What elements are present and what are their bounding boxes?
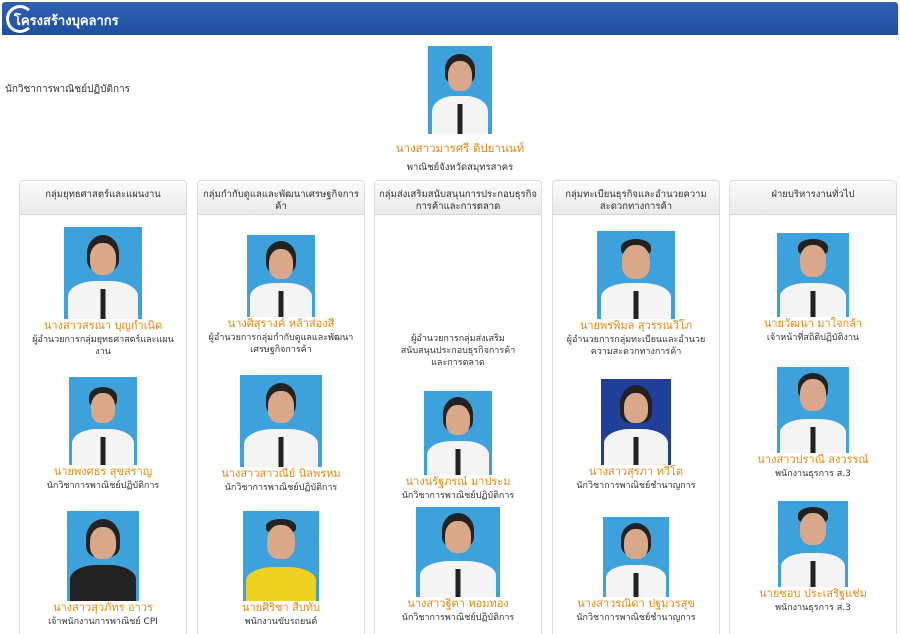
staff-card: นายชอบ ประเสริฐแช่ม พนักงานธุรการ ส.3 xyxy=(730,501,896,614)
staff-card: นางศิสุรางค์ หล้าส่องสี ผู้อำนวยการกลุ่ม… xyxy=(198,235,364,356)
staff-card: นางสาวสุรภา ทวีโต นักวิชาการพาณิชย์ชำนาญ… xyxy=(553,379,719,492)
director-photo xyxy=(428,46,492,134)
staff-card: นางสาวสุวภัทร อาวร เจ้าพนักงานการพาณิชย์… xyxy=(20,511,186,628)
staff-name: นายศิริชา สืบทับ xyxy=(241,601,321,614)
director-name: นางสาวมารศรี ดิปยานนท์ xyxy=(395,141,525,155)
staff-name: นายพรพิมล สุวรรณวิโภ xyxy=(579,319,693,332)
page-header: โครงสร้างบุคลากร xyxy=(2,2,898,35)
staff-title: พนักงานขับรถยนต์ xyxy=(244,617,318,627)
department-column-registration: กลุ่มทะเบียนธุรกิจและอำนวยความสะดวกทางกา… xyxy=(552,180,720,634)
staff-title: นักวิชาการพาณิชย์ชำนาญการ xyxy=(576,481,696,491)
staff-card: นายวัฒนา มาใจกล้า เจ้าหน้าที่สถิติปฏิบัต… xyxy=(730,233,896,344)
staff-name: นายพงศธร สุขสราญ xyxy=(53,465,153,478)
column-heading: กลุ่มยุทธศาสตร์และแผนงาน xyxy=(20,181,186,215)
director-role-label: นักวิชาการพาณิชย์ปฏิบัติการ xyxy=(5,84,131,95)
staff-card: นางสาวสรณา บุญกำเนิด ผู้อำนวยการกลุ่มยุท… xyxy=(20,227,186,358)
staff-card: นายศิริชา สืบทับ พนักงานขับรถยนต์ xyxy=(198,511,364,628)
staff-name: นายชอบ ประเสริฐแช่ม xyxy=(759,587,867,600)
staff-photo xyxy=(777,367,849,453)
column-heading: ฝ่ายบริหารงานทั่วไป xyxy=(730,181,896,215)
staff-name: นางสาวฐิตา หอมทอง xyxy=(407,597,509,610)
staff-photo xyxy=(69,377,137,465)
staff-name: นายวัฒนา มาใจกล้า xyxy=(763,317,863,330)
staff-photo xyxy=(603,517,669,597)
staff-title: นักวิชาการพาณิชย์ปฏิบัติการ xyxy=(224,483,338,493)
staff-photo xyxy=(64,227,142,319)
staff-title: พนักงานธุรการ ส.3 xyxy=(775,603,851,613)
director-title: พาณิชย์จังหวัดสมุทรสาคร xyxy=(406,162,514,173)
staff-photo xyxy=(601,379,671,465)
staff-photo xyxy=(424,391,492,475)
staff-name: นางศิสุรางค์ หล้าส่องสี xyxy=(227,317,335,330)
staff-photo xyxy=(247,235,315,317)
department-column-promotion: กลุ่มส่งเสริมสนับสนุนการประกอบธุรกิจการค… xyxy=(374,180,542,634)
column-heading: กลุ่มทะเบียนธุรกิจและอำนวยความสะดวกทางกา… xyxy=(553,181,719,215)
staff-title: ผู้อำนวยการกลุ่มยุทธศาสตร์และแผนงาน xyxy=(32,335,174,357)
staff-name: นางสาวสุวภัทร อาวร xyxy=(53,601,153,614)
staff-title: ผู้อำนวยการกลุ่มทะเบียนและอำนวยความสะดวก… xyxy=(566,335,706,357)
staff-title: ผู้อำนวยการกลุ่มกำกับดูแลและพัฒนาเศรษฐกิ… xyxy=(208,333,354,355)
staff-name: นางสาวสุรภา ทวีโต xyxy=(588,465,684,478)
staff-title: นักวิชาการพาณิชย์ชำนาญการ xyxy=(576,613,696,623)
staff-card: นายพงศธร สุขสราญ นักวิชาการพาณิชย์ปฏิบัต… xyxy=(20,377,186,492)
director-card: นางสาวมารศรี ดิปยานนท์ พาณิชย์จังหวัดสมุ… xyxy=(380,46,540,175)
staff-title: เจ้าพนักงานการพาณิชย์ CPI xyxy=(48,617,158,627)
staff-card: นางสาวปราณี สงวรรณ์ พนักงานธุรการ ส.3 xyxy=(730,367,896,480)
staff-title: นักวิชาการพาณิชย์ปฏิบัติการ xyxy=(46,481,160,491)
department-column-regulation: กลุ่มกำกับดูแลและพัฒนาเศรษฐกิจการค้า นาง… xyxy=(197,180,365,634)
staff-name: นางสาวรณิดา ปฐมวรสุข xyxy=(577,597,695,610)
vacant-director-title: ผู้อำนวยการกลุ่มส่งเสริมสนับสนุนประกอบธุ… xyxy=(400,334,516,368)
staff-photo xyxy=(240,375,322,467)
staff-card: นายพรพิมล สุวรรณวิโภ ผู้อำนวยการกลุ่มทะเ… xyxy=(553,231,719,358)
staff-photo xyxy=(67,511,139,601)
column-heading: กลุ่มกำกับดูแลและพัฒนาเศรษฐกิจการค้า xyxy=(198,181,364,215)
staff-photo xyxy=(778,501,848,587)
staff-title: เจ้าหน้าที่สถิติปฏิบัติงาน xyxy=(766,333,860,343)
staff-title: นักวิชาการพาณิชย์ปฏิบัติการ xyxy=(401,491,515,501)
staff-card: นางสาวรณิดา ปฐมวรสุข นักวิชาการพาณิชย์ชำ… xyxy=(553,517,719,624)
staff-card: นางนรัฐภรณ์ มาประม นักวิชาการพาณิชย์ปฏิบ… xyxy=(375,391,541,502)
page-title: โครงสร้างบุคลากร xyxy=(14,14,119,29)
staff-title: นักวิชาการพาณิชย์ปฏิบัติการ xyxy=(401,613,515,623)
staff-name: นางนรัฐภรณ์ มาประม xyxy=(405,475,511,488)
staff-name: นางสาวปราณี สงวรรณ์ xyxy=(757,453,869,466)
staff-photo xyxy=(597,231,675,319)
department-column-general-admin: ฝ่ายบริหารงานทั่วไป นายวัฒนา มาใจกล้า เจ… xyxy=(729,180,897,634)
staff-card: นางสาวฐิตา หอมทอง นักวิชาการพาณิชย์ปฏิบั… xyxy=(375,507,541,624)
staff-card: นางสาวสาวณีย์ นิลพรหม นักวิชาการพาณิชย์ป… xyxy=(198,375,364,494)
staff-name: นางสาวสาวณีย์ นิลพรหม xyxy=(221,467,341,480)
staff-photo xyxy=(243,511,319,601)
department-column-strategy: กลุ่มยุทธศาสตร์และแผนงาน นางสาวสรณา บุญก… xyxy=(19,180,187,634)
staff-title: พนักงานธุรการ ส.3 xyxy=(775,469,851,479)
staff-name: นางสาวสรณา บุญกำเนิด xyxy=(43,319,163,332)
staff-photo xyxy=(777,233,849,317)
staff-photo xyxy=(416,507,500,597)
column-heading: กลุ่มส่งเสริมสนับสนุนการประกอบธุรกิจการค… xyxy=(375,181,541,215)
